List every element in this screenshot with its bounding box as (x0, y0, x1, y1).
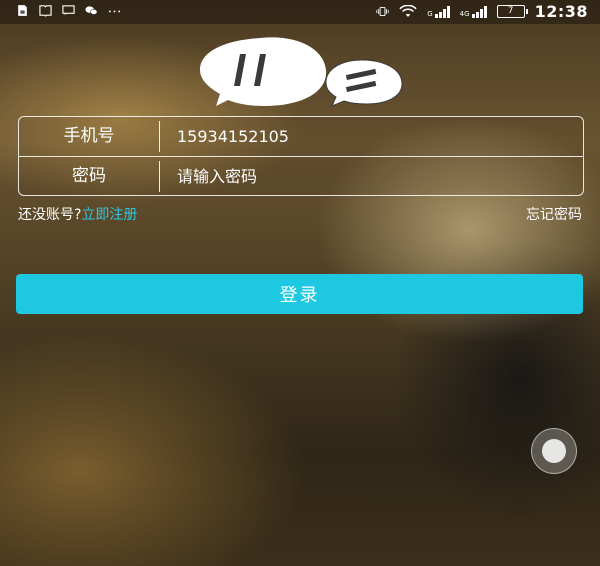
register-prompt: 还没账号?立即注册 (18, 204, 137, 224)
password-label: 密码 (72, 166, 106, 186)
phone-input[interactable] (177, 121, 567, 152)
more-dots-icon (108, 10, 121, 13)
chat-bubbles-logo (200, 37, 403, 107)
field-divider (159, 121, 160, 152)
phone-row: 手机号 (19, 117, 583, 156)
message-icon (62, 5, 75, 16)
sim-icon (18, 5, 27, 16)
status-time: 12:38 (534, 2, 588, 21)
signal-icon: G (427, 5, 450, 18)
book-icon (39, 5, 52, 17)
signal-icon: 4G (460, 5, 487, 18)
login-screen: G 4G 7 12:38 手机号 密码 (0, 0, 600, 566)
auth-links: 还没账号?立即注册 忘记密码 (18, 204, 582, 224)
forgot-password-link[interactable]: 忘记密码 (526, 204, 582, 224)
status-bar: G 4G 7 12:38 (0, 0, 600, 24)
phone-label: 手机号 (63, 126, 115, 146)
battery-icon: 7 (496, 5, 528, 18)
register-prompt-text: 还没账号? (18, 207, 82, 223)
wechat-icon (85, 6, 98, 15)
vibrate-icon (376, 6, 389, 17)
floating-assistive-button[interactable] (531, 428, 577, 474)
password-row: 密码 (19, 156, 583, 196)
login-form: 手机号 密码 (18, 116, 584, 196)
field-divider (159, 161, 160, 192)
register-link[interactable]: 立即注册 (81, 207, 137, 223)
wifi-icon (399, 5, 417, 17)
password-input[interactable] (177, 161, 567, 192)
login-button[interactable]: 登录 (16, 274, 583, 314)
